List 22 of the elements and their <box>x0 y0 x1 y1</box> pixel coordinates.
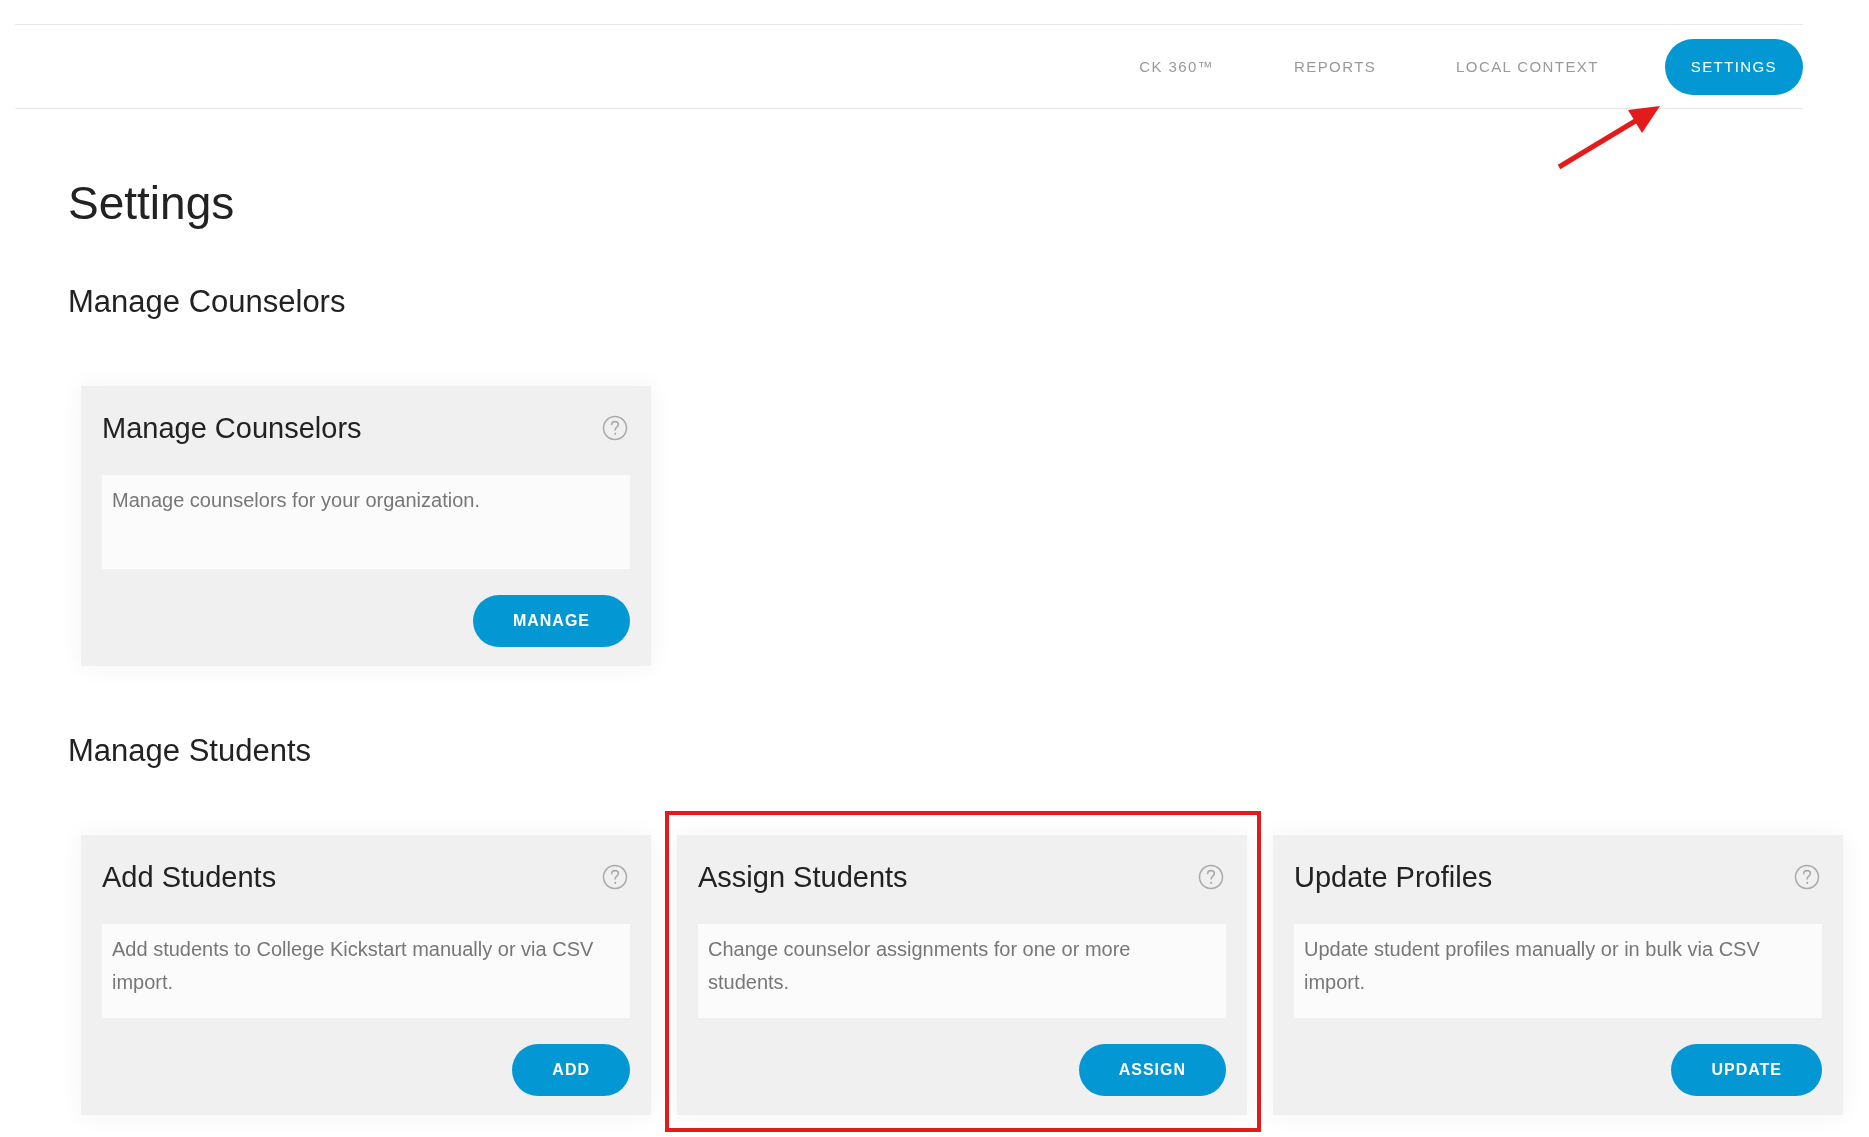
help-icon[interactable] <box>602 415 628 441</box>
help-icon[interactable] <box>1198 864 1224 890</box>
action-button[interactable]: UPDATE <box>1671 1044 1822 1096</box>
card-title: Add Students <box>102 860 277 894</box>
nav-link[interactable]: CK 360™ <box>1125 38 1229 95</box>
description-text: Manage counselors for your organization. <box>102 475 630 569</box>
card-title: Assign Students <box>698 860 908 894</box>
action-button[interactable]: ASSIGN <box>1078 1044 1226 1096</box>
nav-link[interactable]: REPORTS <box>1280 38 1391 95</box>
description-text: Add students to College Kickstart manually or via CSV import. <box>102 924 630 1018</box>
help-icon[interactable] <box>602 864 628 890</box>
action-button[interactable]: ADD <box>512 1044 630 1096</box>
section-heading: Manage Counselors <box>68 283 347 321</box>
help-icon[interactable] <box>1794 864 1820 890</box>
action-button[interactable]: MANAGE <box>472 595 630 647</box>
card-title: Manage Counselors <box>102 411 362 445</box>
page-title: Settings <box>68 176 236 231</box>
description-text: Update student profiles manually or in bulk via CSV import. <box>1294 924 1822 1018</box>
nav-link[interactable]: LOCAL CONTEXT <box>1442 38 1613 95</box>
description-text: Change counselor assignments for one or more students. <box>698 924 1226 1018</box>
card-title: Update Profiles <box>1294 860 1493 894</box>
section-heading: Manage Students <box>68 732 312 770</box>
